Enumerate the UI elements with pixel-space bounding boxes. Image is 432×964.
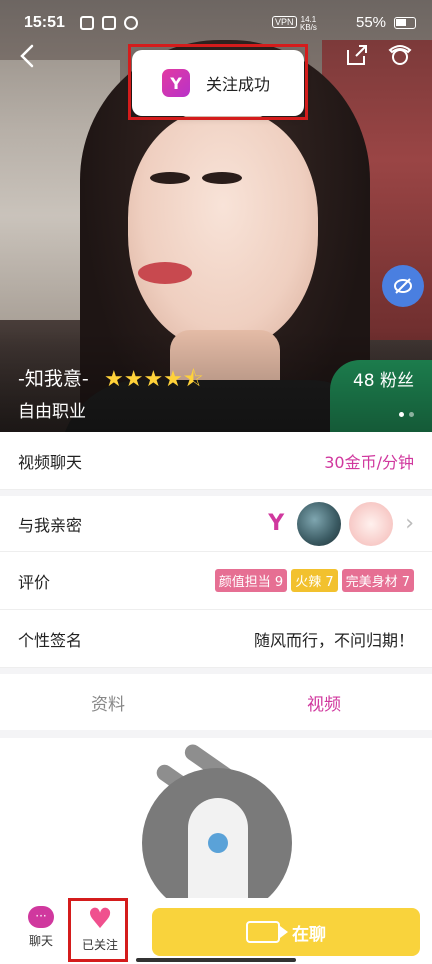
profile-name: -知我意- — [18, 368, 89, 390]
tab-profile-info[interactable]: 资料 — [0, 674, 216, 730]
profile-tabs: 资料 视频 — [0, 674, 432, 730]
bottom-action-bar: ··· 聊天 ♥ 已关注 在聊 — [0, 898, 432, 964]
vpn-icon: VPN — [272, 16, 297, 28]
rating-tags: 颜值担当 9 火辣 7 完美身材 7 — [211, 569, 414, 592]
battery-percent: 55% — [356, 14, 387, 31]
avatar — [349, 501, 394, 546]
highlight-box — [68, 898, 128, 962]
signature-row: 个性签名 随风而行，不问归期！ — [0, 610, 432, 668]
chat-icon: ··· — [28, 906, 54, 928]
notification-icon — [124, 16, 138, 30]
eye-off-icon — [394, 278, 412, 294]
notification-icon — [80, 16, 94, 30]
video-call-label: 在聊 — [292, 924, 326, 945]
notification-icon — [102, 16, 116, 30]
share-icon[interactable] — [344, 42, 370, 68]
avatar — [297, 501, 342, 546]
profile-page: 15:51 VPN 14.1 KB/s 55% Y 关注成功 -知我意- ★★★★… — [0, 0, 432, 964]
fans-count: 48 粉丝 — [352, 371, 414, 391]
star-rating: ★★★★⯪ — [104, 367, 204, 392]
status-time: 15:51 — [24, 14, 65, 31]
guard-icon[interactable] — [386, 40, 414, 68]
row-label: 视频聊天 — [18, 452, 83, 472]
back-arrow-icon[interactable] — [14, 42, 42, 70]
row-label: 评价 — [18, 572, 51, 592]
chevron-right-icon: › — [405, 511, 414, 536]
row-label: 与我亲密 — [18, 515, 83, 535]
hide-button[interactable] — [382, 265, 424, 307]
chat-label: 聊天 — [28, 934, 53, 948]
rating-tag: 颜值担当 9 — [214, 569, 288, 592]
intimacy-row[interactable]: 与我亲密 Y › — [0, 496, 432, 552]
tab-videos[interactable]: 视频 — [216, 674, 432, 730]
battery-icon — [394, 17, 416, 29]
video-camera-icon — [246, 921, 288, 943]
status-bar: 15:51 VPN 14.1 KB/s 55% — [0, 0, 432, 48]
rating-tag: 完美身材 7 — [341, 569, 414, 592]
video-chat-price: 30金币/分钟 — [324, 452, 414, 472]
highlight-box — [128, 44, 308, 120]
home-indicator — [136, 958, 296, 962]
rating-tag: 火辣 7 — [291, 569, 338, 592]
row-label: 个性签名 — [18, 630, 83, 650]
video-chat-row: 视频聊天 30金币/分钟 — [0, 432, 432, 490]
profile-job: 自由职业 — [18, 402, 86, 422]
video-call-button[interactable]: 在聊 — [152, 908, 420, 956]
app-logo-icon: Y — [268, 511, 285, 536]
photo-pager — [399, 412, 414, 417]
rating-row: 评价 颜值担当 9 火辣 7 完美身材 7 — [0, 552, 432, 610]
signature-text: 随风而行，不问归期！ — [253, 630, 414, 650]
net-speed: 14.1 KB/s — [300, 15, 317, 32]
chat-button[interactable]: ··· 聊天 — [18, 906, 64, 949]
